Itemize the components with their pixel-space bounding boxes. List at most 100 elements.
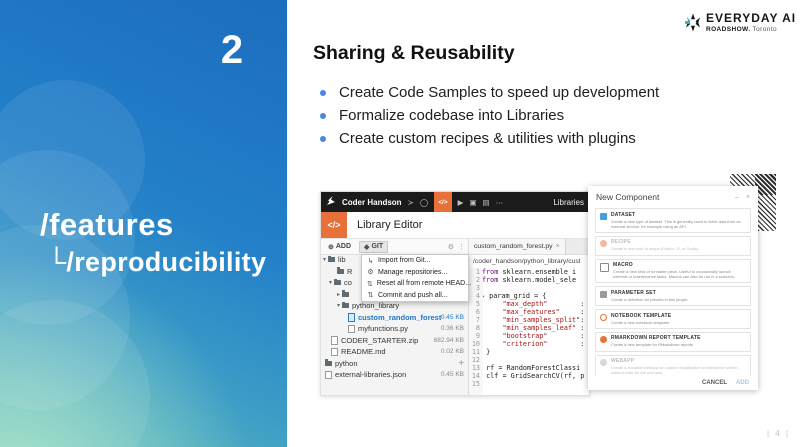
tree-row-myfunctions[interactable]: myfunctions.py 0.36 KB [321, 323, 468, 335]
editor-tab[interactable]: custom_random_forest.py × [469, 239, 566, 254]
import-git-icon: ↳ [367, 257, 374, 265]
file-tree: ▾ lib R ▾ co ▸ ▾ python_library custom_r… [321, 254, 471, 395]
tree-row-python[interactable]: python ✛ [321, 358, 468, 370]
bullet-dot [320, 135, 326, 142]
bullet-dot [320, 89, 326, 96]
flow-icon[interactable]: ≻ [408, 198, 414, 207]
component-rmarkdown-template[interactable]: RMARKDOWN REPORT TEMPLATE Create a new te… [595, 331, 751, 352]
kebab-menu-icon[interactable]: ⋮ [458, 243, 465, 251]
project-name[interactable]: Coder Handson [342, 198, 402, 207]
caret-right-icon[interactable]: ▸ [337, 291, 340, 298]
file-icon [325, 370, 332, 379]
git-button[interactable]: ◆ GIT [359, 240, 389, 253]
file-icon [331, 347, 338, 356]
new-component-dialog: New Component – × DATASET Create a new ty… [588, 186, 758, 390]
bullet-item: Create Code Samples to speed up developm… [320, 84, 659, 107]
caret-down-icon[interactable]: ▾ [329, 279, 332, 286]
editor-tab-label: custom_random_forest.py [474, 243, 553, 250]
bullet-text: Create custom recipes & utilities with p… [339, 130, 636, 147]
folder-icon [328, 255, 336, 263]
page-number: | 4 | [766, 429, 790, 438]
component-recipe[interactable]: RECIPE Create a new kind of recipe (Pytho… [595, 235, 751, 256]
library-editor-header: </> Library Editor [321, 212, 589, 239]
webapp-icon [600, 359, 607, 366]
git-dropdown-menu: ↳ Import from Git... ⚙ Manage repositori… [361, 254, 471, 302]
tree-row-coder-starter[interactable]: CODER_STARTER.zip 682.94 KB [321, 335, 468, 347]
library-editor-screenshot: Coder Handson ≻ ◯ </> ▶ ▣ ▤ ⋯ Libraries … [320, 191, 590, 396]
left-accent-panel: 2 /features └/reproducibility [0, 0, 287, 447]
cancel-button[interactable]: CANCEL [702, 380, 727, 386]
bullet-text: Create Code Samples to speed up developm… [339, 84, 660, 101]
caret-down-icon[interactable]: ▾ [323, 256, 326, 263]
logo-subtitle: ROADSHOW. Toronto [706, 26, 796, 34]
file-icon [348, 313, 355, 322]
close-icon[interactable]: × [746, 194, 750, 201]
add-button-label: ADD [335, 243, 352, 250]
folder-icon [325, 359, 332, 366]
section-path: /features └/reproducibility [40, 206, 266, 279]
code-editor-panel: custom_random_forest.py × /coder_handson… [469, 239, 589, 395]
add-button[interactable]: ⊕ ADD [324, 242, 355, 252]
lab-icon[interactable]: ◯ [420, 198, 428, 207]
macro-icon [600, 263, 609, 273]
dialog-controls: – × [735, 194, 750, 201]
component-macro[interactable]: MACRO Create a new kind of runnable piece… [595, 258, 751, 284]
rmarkdown-icon [600, 336, 607, 344]
file-path: /coder_handson/python_library/cust [469, 255, 589, 269]
component-dataset[interactable]: DATASET Create a new type of dataset. Thi… [595, 208, 751, 233]
menu-item-manage-repositories[interactable]: ⚙ Manage repositories... [362, 267, 468, 279]
tree-row-readme[interactable]: README.md 0.02 KB [321, 346, 468, 358]
recipe-icon [600, 240, 607, 248]
everyday-ai-logo: EVERYDAY AI ROADSHOW. Toronto [684, 12, 796, 38]
close-tab-icon[interactable]: × [556, 243, 560, 250]
notebook-template-icon [600, 313, 607, 321]
tree-row-external-libraries[interactable]: external-libraries.json 0.45 KB [321, 369, 468, 381]
minimize-icon[interactable]: – [735, 194, 739, 201]
add-button-disabled[interactable]: ADD [736, 380, 749, 386]
commit-push-icon: ⇅ [367, 292, 374, 300]
menu-item-import-from-git[interactable]: ↳ Import from Git... [362, 255, 468, 267]
tree-toolbar-right: ⚙ ⋮ [448, 243, 468, 251]
section-path-line2: └/reproducibility [47, 247, 267, 278]
bundle-icon[interactable]: ▣ [469, 198, 476, 207]
slide: 2 /features └/reproducibility EVERYDAY A… [0, 0, 800, 447]
bullet-item: Create custom recipes & utilities with p… [320, 130, 659, 153]
libraries-menu-label[interactable]: Libraries [553, 198, 584, 207]
dialog-footer: CANCEL ADD [588, 376, 758, 390]
parameter-set-icon [600, 290, 607, 298]
code-menu-active-icon[interactable]: </> [434, 192, 452, 212]
dashboard-grid-icon[interactable]: ▤ [483, 198, 490, 207]
file-icon [331, 336, 338, 345]
logo-title: EVERYDAY AI [706, 11, 797, 25]
gear-icon[interactable]: ⚙ [448, 243, 454, 251]
bullet-list: Create Code Samples to speed up developm… [320, 84, 659, 153]
folder-icon [342, 301, 350, 309]
bird-logo-icon[interactable] [326, 193, 336, 211]
bullet-item: Formalize codebase into Libraries [320, 107, 659, 130]
dialog-header: New Component – × [588, 186, 758, 206]
component-notebook-template[interactable]: NOTEBOOK TEMPLATE Create a new notebook t… [595, 309, 751, 329]
dss-top-navbar: Coder Handson ≻ ◯ </> ▶ ▣ ▤ ⋯ Libraries [321, 192, 589, 212]
code-tile-icon: </> [321, 212, 347, 238]
manage-repos-icon: ⚙ [367, 269, 374, 277]
bullet-dot [320, 112, 326, 119]
reset-arrows-icon: ⇅ [367, 280, 373, 288]
folder-icon [337, 267, 344, 274]
editor-tab-bar: custom_random_forest.py × [469, 239, 589, 255]
add-plus-icon[interactable]: ✛ [459, 359, 468, 367]
page-title: Sharing & Reusability [313, 42, 515, 64]
jobs-play-icon[interactable]: ▶ [458, 198, 464, 207]
section-path-line1: /features [40, 207, 174, 242]
tree-row-custom-random-forest[interactable]: custom_random_forest... 0.45 KB [321, 312, 468, 324]
folder-icon [334, 278, 342, 286]
caret-down-icon[interactable]: ▾ [337, 302, 340, 309]
dialog-title: New Component [596, 192, 660, 202]
logo-text: EVERYDAY AI ROADSHOW. Toronto [706, 12, 796, 34]
menu-item-commit-push[interactable]: ⇅ Commit and push all... [362, 290, 468, 302]
menu-item-reset-from-head[interactable]: ⇅ Reset all from remote HEAD... [362, 278, 471, 290]
component-parameter-set[interactable]: PARAMETER SET Create a definition for pre… [595, 286, 751, 307]
code-area[interactable]: 1 from sklearn.ensemble i 2 from sklearn.m… [469, 268, 589, 395]
more-menu-icon[interactable]: ⋯ [496, 198, 504, 207]
starburst-logo-icon [684, 12, 701, 38]
bullet-text: Formalize codebase into Libraries [339, 107, 565, 124]
